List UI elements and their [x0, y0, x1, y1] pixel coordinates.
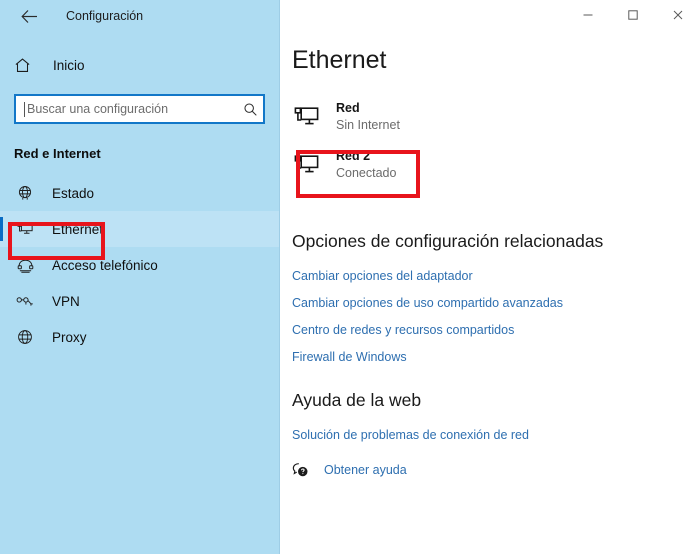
web-help-heading: Ayuda de la web: [292, 390, 422, 410]
network-item-red-2-texts: Red 2 Conectado: [336, 148, 396, 182]
ethernet-monitor-icon: [294, 105, 328, 129]
help-bubble-icon: [292, 462, 318, 478]
app-title: Configuración: [66, 9, 144, 23]
search-box[interactable]: [14, 94, 265, 124]
sidebar-item-home-label: Inicio: [53, 57, 85, 73]
sidebar-item-estado-label: Estado: [52, 185, 95, 201]
globe-icon: [14, 185, 36, 201]
window-controls: [280, 0, 700, 32]
related-settings-section: Opciones de configuración relacionadas C…: [292, 231, 700, 364]
sidebar-item-home[interactable]: Inicio: [0, 48, 279, 82]
globe-outline-icon: [14, 329, 36, 345]
search-icon[interactable]: [237, 102, 263, 117]
related-settings-links: Cambiar opciones del adaptador Cambiar o…: [292, 269, 700, 364]
main-panel: Ethernet Red Sin Internet Red 2 Conectad…: [280, 0, 700, 554]
sidebar: Configuración Inicio Red e Internet: [0, 0, 280, 554]
ethernet-monitor-icon: [294, 153, 328, 177]
sidebar-section-title: Red e Internet: [14, 146, 101, 161]
sidebar-item-ethernet[interactable]: Ethernet: [0, 211, 279, 247]
web-help-section: Ayuda de la web Solución de problemas de…: [292, 390, 700, 478]
sidebar-item-ethernet-label: Ethernet: [52, 221, 104, 237]
sidebar-item-proxy[interactable]: Proxy: [0, 319, 279, 355]
link-cambiar-opciones-adaptador[interactable]: Cambiar opciones del adaptador: [292, 269, 700, 283]
ethernet-monitor-icon: [14, 221, 36, 237]
home-icon: [14, 57, 38, 74]
vpn-icon: [14, 295, 36, 308]
network-name: Red: [336, 101, 360, 116]
search-input[interactable]: [25, 96, 237, 122]
settings-window: Configuración Inicio Red e Internet: [0, 0, 700, 554]
related-settings-heading: Opciones de configuración relacionadas: [292, 231, 604, 251]
sidebar-item-estado[interactable]: Estado: [0, 175, 279, 211]
back-arrow-icon[interactable]: [14, 1, 44, 31]
sidebar-item-acceso-telefonico-label: Acceso telefónico: [52, 257, 158, 273]
phone-handset-icon: [14, 258, 36, 273]
sidebar-item-vpn[interactable]: VPN: [0, 283, 279, 319]
network-item-red[interactable]: Red Sin Internet: [292, 95, 700, 139]
sidebar-nav-list: Estado Ethernet Acceso telefónico VPN Pr…: [0, 175, 279, 355]
web-help-links: Solución de problemas de conexión de red: [292, 428, 700, 442]
close-button[interactable]: [655, 0, 700, 30]
link-cambiar-opciones-uso-compartido[interactable]: Cambiar opciones de uso compartido avanz…: [292, 296, 700, 310]
network-status: Conectado: [336, 166, 397, 180]
network-item-red-texts: Red Sin Internet: [336, 100, 400, 134]
network-item-red-2[interactable]: Red 2 Conectado: [292, 143, 700, 187]
sidebar-item-proxy-label: Proxy: [52, 329, 87, 345]
minimize-button[interactable]: [565, 0, 610, 30]
sidebar-item-vpn-label: VPN: [52, 293, 80, 309]
get-help-row[interactable]: Obtener ayuda: [292, 462, 700, 478]
link-solucion-problemas-conexion[interactable]: Solución de problemas de conexión de red: [292, 428, 700, 442]
network-name: Red 2: [336, 149, 371, 164]
network-list: Red Sin Internet Red 2 Conectado: [292, 95, 700, 187]
maximize-button[interactable]: [610, 0, 655, 30]
link-centro-redes-recursos[interactable]: Centro de redes y recursos compartidos: [292, 323, 700, 337]
sidebar-item-acceso-telefonico[interactable]: Acceso telefónico: [0, 247, 279, 283]
link-firewall-windows[interactable]: Firewall de Windows: [292, 350, 700, 364]
sidebar-titlebar: Configuración: [0, 0, 279, 32]
link-obtener-ayuda[interactable]: Obtener ayuda: [324, 463, 407, 477]
main-content: Ethernet Red Sin Internet Red 2 Conectad…: [280, 48, 700, 478]
page-title: Ethernet: [292, 46, 387, 74]
network-status: Sin Internet: [336, 118, 400, 132]
